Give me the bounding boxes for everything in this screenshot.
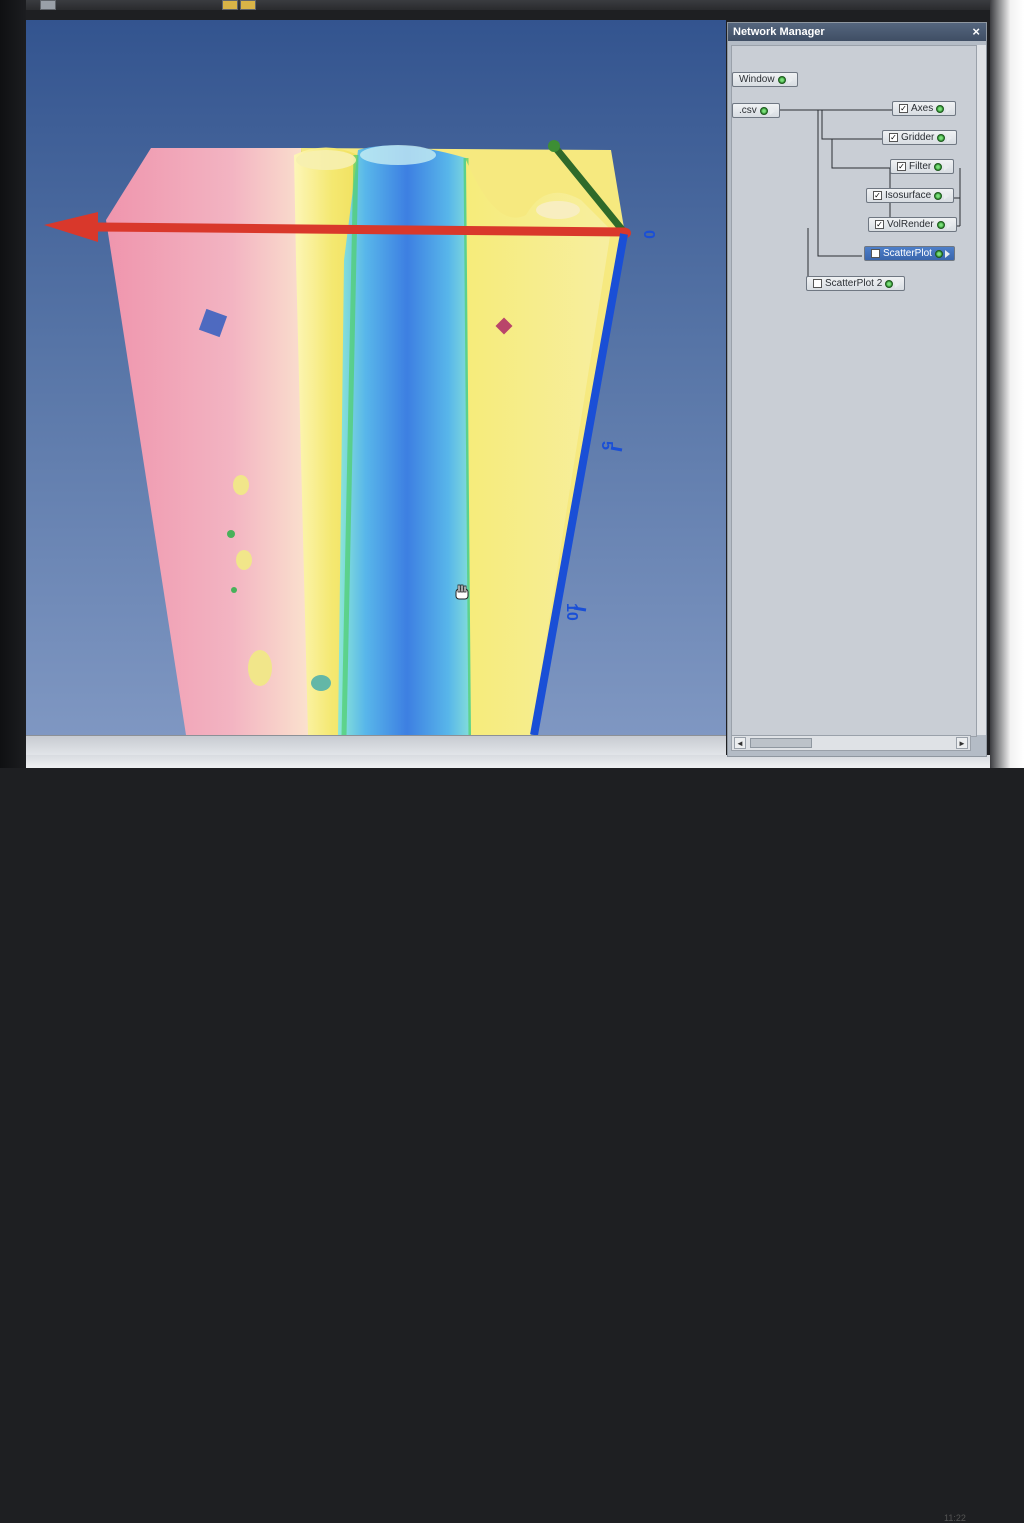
horizontal-scrollbar[interactable]: ◄ ► — [731, 735, 971, 751]
module-label: VolRender — [887, 219, 934, 230]
expand-arrow-icon[interactable] — [895, 279, 901, 288]
output-port-icon[interactable] — [759, 106, 768, 115]
panel-title-text: Network Manager — [733, 26, 825, 38]
module-csv[interactable]: .csv — [732, 103, 780, 118]
module-label: ScatterPlot 2 — [825, 278, 883, 289]
module-checkbox[interactable]: ✓ — [875, 220, 884, 229]
toolbar-button[interactable] — [40, 0, 56, 10]
monitor-bezel-left — [0, 0, 26, 768]
viewport-status-bar — [26, 735, 726, 756]
axis-label-10: 10 — [563, 603, 580, 621]
module-checkbox[interactable] — [871, 249, 880, 258]
connection-wires — [768, 109, 961, 285]
module-isosurface[interactable]: ✓ Isosurface — [866, 188, 955, 203]
x-axis-arrowhead — [44, 212, 98, 242]
module-volrender[interactable]: ✓ VolRender — [868, 217, 957, 232]
output-port-icon[interactable] — [934, 162, 943, 171]
module-label: Axes — [911, 103, 934, 114]
module-label: ScatterPlot — [883, 248, 932, 259]
module-label: Gridder — [901, 132, 935, 143]
output-port-icon[interactable] — [936, 104, 945, 113]
output-port-icon[interactable] — [777, 75, 786, 84]
output-port-icon[interactable] — [934, 249, 943, 258]
clock: 11:22 — [944, 1513, 966, 1523]
expand-arrow-icon[interactable] — [944, 191, 950, 200]
scroll-thumb[interactable] — [750, 738, 812, 748]
module-filter[interactable]: ✓ Filter — [890, 159, 955, 174]
module-axes[interactable]: ✓ Axes — [892, 101, 957, 116]
module-checkbox[interactable]: ✓ — [897, 162, 906, 171]
vertical-scrollbar[interactable] — [976, 45, 986, 735]
axis-label-0: 0 — [640, 230, 657, 239]
module-label: Isosurface — [885, 190, 932, 201]
hand-cursor-icon — [455, 584, 469, 600]
module-checkbox[interactable] — [813, 279, 822, 288]
close-icon[interactable]: × — [972, 23, 980, 41]
output-port-icon[interactable] — [885, 279, 894, 288]
output-port-icon[interactable] — [937, 133, 946, 142]
expand-arrow-icon[interactable] — [947, 133, 953, 142]
module-checkbox[interactable]: ✓ — [899, 104, 908, 113]
network-canvas[interactable]: Window .csv ✓ Axes ✓ Gridder ✓ Filter ✓ … — [731, 45, 977, 737]
monitor-bezel-right — [990, 0, 1024, 768]
output-port-icon[interactable] — [934, 191, 943, 200]
toolbar-button-highlighted[interactable] — [240, 0, 256, 10]
module-checkbox[interactable]: ✓ — [889, 133, 898, 142]
pink-volume — [106, 148, 316, 735]
module-label: .csv — [739, 105, 757, 116]
3d-viewport[interactable]: 0 5 10 — [26, 20, 726, 735]
output-port-icon[interactable] — [936, 220, 945, 229]
module-window[interactable]: Window — [732, 72, 798, 87]
module-gridder[interactable]: ✓ Gridder — [882, 130, 958, 145]
volume-render: 0 5 10 — [44, 140, 657, 735]
expand-arrow-icon[interactable] — [787, 75, 793, 84]
axis-label-5: 5 — [598, 441, 615, 450]
top-toolbar — [0, 0, 1000, 10]
expand-arrow-icon[interactable] — [769, 106, 775, 115]
module-label: Window — [739, 74, 775, 85]
module-scatterplot-2[interactable]: ScatterPlot 2 — [806, 276, 906, 291]
scroll-left-icon[interactable]: ◄ — [734, 737, 746, 749]
toolbar-button-highlighted[interactable] — [222, 0, 238, 10]
network-manager-panel: Network Manager × Window .csv ✓ Axes ✓ G… — [727, 22, 987, 757]
expand-arrow-icon[interactable] — [944, 162, 950, 171]
expand-arrow-icon[interactable] — [944, 249, 950, 258]
scroll-right-icon[interactable]: ► — [956, 737, 968, 749]
module-label: Filter — [909, 161, 932, 172]
expand-arrow-icon[interactable] — [946, 220, 952, 229]
module-checkbox[interactable]: ✓ — [873, 191, 882, 200]
panel-title: Network Manager × — [728, 23, 986, 41]
module-scatterplot[interactable]: ScatterPlot — [864, 246, 955, 261]
expand-arrow-icon[interactable] — [946, 104, 952, 113]
x-axis — [95, 222, 627, 237]
